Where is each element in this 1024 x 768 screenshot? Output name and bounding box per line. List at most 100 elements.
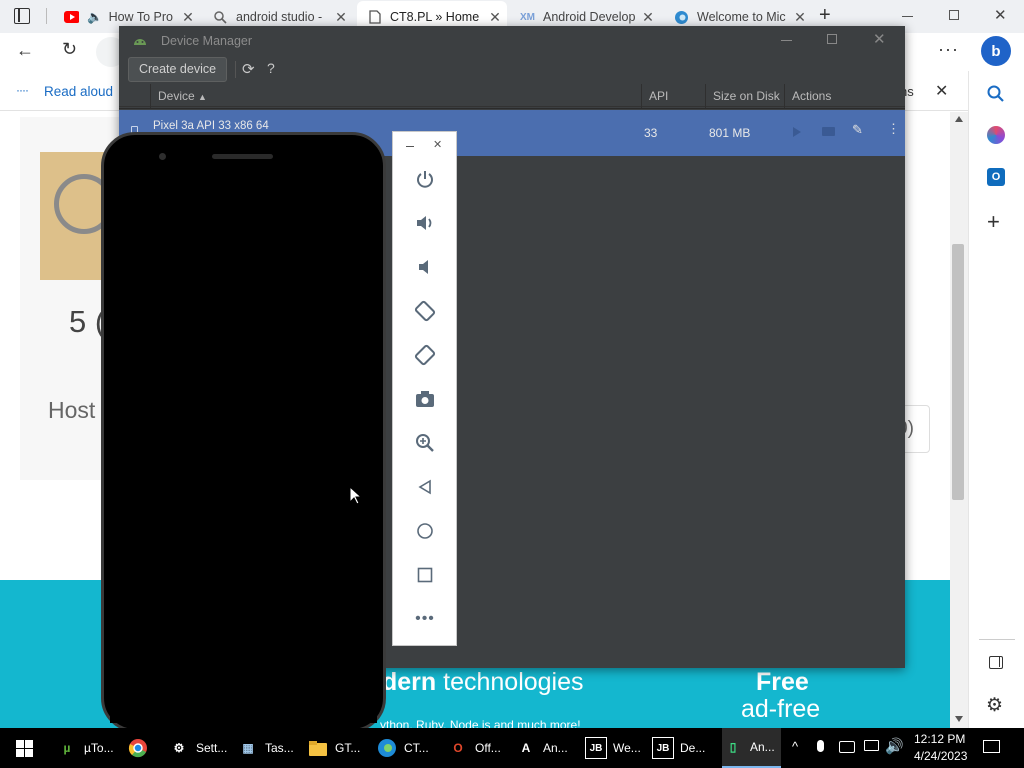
start-windows-icon[interactable] [16, 740, 33, 757]
split-screen-icon[interactable] [989, 656, 1003, 669]
create-device-button[interactable]: Create device [128, 57, 227, 82]
taskbar-app[interactable]: µ µTo... [56, 728, 120, 768]
outlook-icon[interactable]: O [987, 168, 1005, 186]
rotate-right-icon[interactable] [409, 339, 441, 371]
taskbar-app[interactable]: ▯ An... [722, 728, 781, 768]
close-tab-icon[interactable]: ✕ [176, 9, 200, 26]
more-icon[interactable]: ••• [409, 603, 441, 635]
zoom-icon[interactable] [409, 427, 441, 459]
speaker-icon[interactable]: 🔈 [87, 10, 103, 25]
column-actions: Actions [792, 89, 832, 103]
jetbrains-icon: JB [652, 737, 674, 759]
office-icon: O [453, 741, 463, 755]
page-scrollbar[interactable] [950, 112, 968, 728]
close-tab-icon[interactable]: ✕ [788, 9, 812, 26]
close-window-icon[interactable]: ✕ [994, 6, 1007, 24]
launch-icon[interactable] [793, 127, 801, 137]
bing-icon[interactable]: b [981, 36, 1011, 66]
taskbar-app[interactable]: ⚙ Sett... [168, 728, 233, 768]
edge-icon [376, 737, 398, 759]
xml-icon: XM [520, 11, 535, 23]
network-icon[interactable] [864, 740, 879, 751]
close-tab-icon[interactable]: ✕ [636, 9, 660, 26]
taskbar-app[interactable]: JB We... [585, 728, 647, 768]
more-icon[interactable]: ··· [938, 39, 959, 60]
tab-actions-icon[interactable] [14, 8, 30, 24]
microphone-icon[interactable] [817, 740, 824, 752]
add-sidebar-icon[interactable]: + [987, 209, 1000, 235]
settings-icon: ⚙ [173, 741, 185, 755]
minimize-icon[interactable] [781, 40, 792, 41]
taskbar-app[interactable]: O Off... [447, 728, 507, 768]
onedrive-icon[interactable] [839, 741, 855, 753]
help-button[interactable]: ? [267, 60, 275, 76]
mouse-cursor-icon [349, 485, 363, 509]
emulator-phone-frame[interactable] [101, 132, 386, 732]
tech-heading-bold: dern [382, 668, 437, 696]
taskbar-app-label: µTo... [84, 741, 114, 755]
column-size[interactable]: Size on Disk [713, 89, 780, 103]
camera-icon[interactable] [409, 383, 441, 415]
more-actions-icon[interactable]: ⋮ [887, 121, 900, 137]
volume-down-icon[interactable] [409, 251, 441, 283]
scroll-down-icon[interactable] [955, 716, 963, 722]
volume-icon[interactable]: 🔊 [885, 737, 904, 755]
minimize-emulator-icon[interactable] [406, 146, 414, 147]
tab-title: Android Develop [543, 10, 636, 24]
tab-title: How To Pro [108, 10, 173, 24]
close-icon[interactable]: ✕ [873, 30, 886, 48]
office-icon[interactable] [987, 126, 1005, 144]
phone-speaker [212, 154, 273, 159]
column-api[interactable]: API [649, 89, 668, 103]
rotate-left-icon[interactable] [409, 295, 441, 327]
close-emulator-icon[interactable]: ✕ [433, 138, 442, 151]
jetbrains-icon: JB [585, 737, 607, 759]
taskbar-app-label: Tas... [265, 741, 294, 755]
window-title: Device Manager [161, 33, 253, 48]
taskbar-app[interactable] [127, 728, 161, 768]
phone-screen[interactable] [110, 171, 377, 723]
clock-time[interactable]: 12:12 PM [914, 732, 965, 746]
overview-icon[interactable] [409, 559, 441, 591]
host-text: Host [48, 397, 96, 423]
minimize-window-icon[interactable] [902, 16, 913, 17]
column-device[interactable]: Device ▲ [158, 89, 207, 103]
scroll-thumb[interactable] [952, 244, 964, 500]
clock-date[interactable]: 4/24/2023 [914, 749, 967, 763]
taskbar-app[interactable]: A An... [515, 728, 574, 768]
taskbar-app[interactable]: GT... [307, 728, 366, 768]
taskbar-app-label: CT... [404, 741, 429, 755]
taskbar-app[interactable]: ▦ Tas... [237, 728, 300, 768]
close-tab-icon[interactable]: ✕ [483, 9, 507, 26]
maximize-icon[interactable] [827, 34, 837, 44]
android-emulator-icon: ▯ [729, 740, 737, 754]
header-divider [641, 84, 642, 108]
close-bar-icon[interactable]: ✕ [935, 81, 948, 101]
sidebar-divider [979, 639, 1015, 640]
home-icon[interactable] [409, 515, 441, 547]
taskbar-app[interactable]: CT... [376, 728, 435, 768]
taskbar-app[interactable]: JB De... [652, 728, 711, 768]
read-aloud-button[interactable]: Read aloud [44, 84, 113, 99]
scroll-up-icon[interactable] [955, 116, 963, 122]
restore-window-icon[interactable] [949, 10, 959, 20]
show-hidden-icons[interactable]: ^ [792, 739, 798, 754]
stat-number: 5 ( [69, 304, 106, 339]
refresh-icon[interactable]: ⟳ [242, 60, 255, 78]
refresh-icon[interactable]: ↻ [62, 39, 77, 60]
volume-up-icon[interactable] [409, 207, 441, 239]
notifications-icon[interactable] [983, 740, 1000, 753]
search-icon[interactable] [987, 85, 1005, 106]
settings-icon[interactable]: ⚙ [986, 694, 1003, 717]
tab-title: Welcome to Mic [697, 10, 786, 24]
edit-icon[interactable]: ✎ [852, 122, 863, 138]
folder-icon [307, 737, 329, 759]
taskbar-app-label: Sett... [196, 741, 228, 755]
close-tab-icon[interactable]: ✕ [329, 9, 353, 26]
back-icon[interactable]: ← [16, 40, 34, 61]
folder-icon[interactable] [822, 127, 835, 136]
android-icon [133, 36, 147, 46]
back-icon[interactable] [409, 471, 441, 503]
new-tab-icon[interactable]: + [819, 4, 831, 27]
power-icon[interactable] [409, 163, 441, 195]
